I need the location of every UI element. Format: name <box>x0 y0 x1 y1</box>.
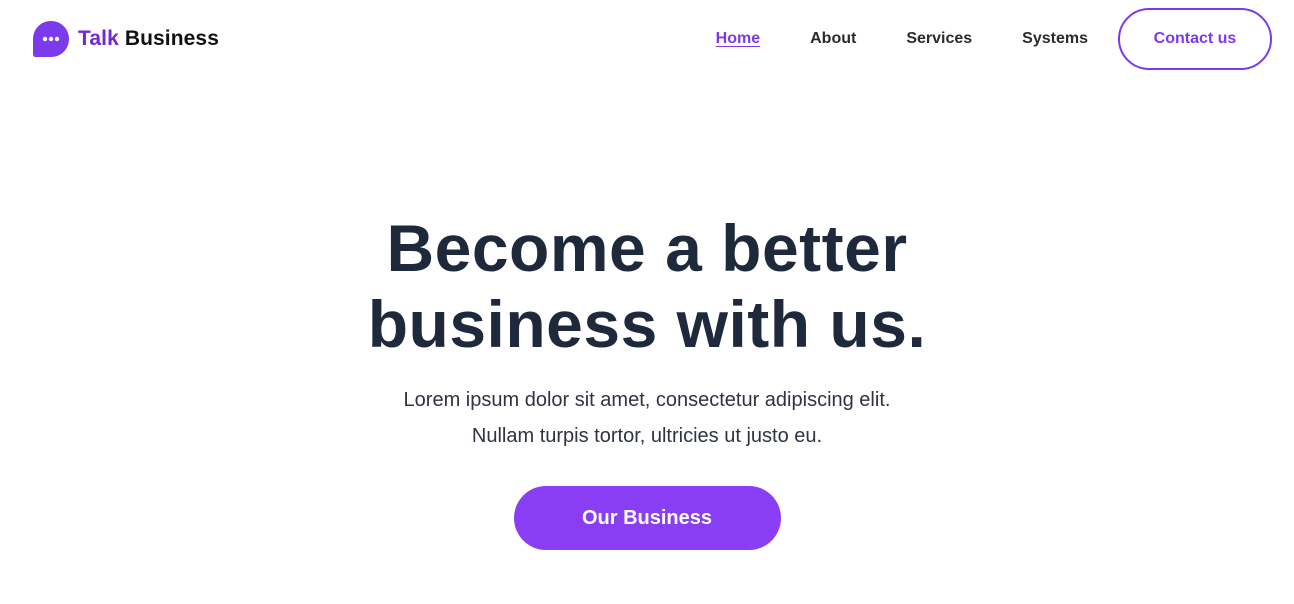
brand-name-main: Business <box>124 27 219 50</box>
nav-about-link[interactable]: About <box>810 30 856 48</box>
brand-logo[interactable]: Talk Business <box>32 20 219 58</box>
brand-name-accent: Talk <box>78 27 119 50</box>
contact-us-button[interactable]: Contact us <box>1118 8 1272 70</box>
hero-title-line-1: Become a better <box>386 211 908 285</box>
site-header: Talk Business Home About Services System… <box>0 0 1294 80</box>
nav-systems-link[interactable]: Systems <box>1022 30 1088 48</box>
hero-section: Become a better business with us. Lorem … <box>0 210 1294 550</box>
chat-bubble-dots-icon <box>33 21 69 57</box>
hero-title: Become a better business with us. <box>0 210 1294 362</box>
brand-name: Talk Business <box>78 27 219 51</box>
main-nav: Home About Services Systems Contact us <box>716 8 1272 70</box>
hero-title-line-2: business with us. <box>367 287 927 361</box>
hero-subtitle: Lorem ipsum dolor sit amet, consectetur … <box>0 382 1294 454</box>
nav-home-link[interactable]: Home <box>716 30 760 48</box>
hero-subtitle-line-2: Nullam turpis tortor, ultricies ut justo… <box>471 425 823 447</box>
our-business-button[interactable]: Our Business <box>513 486 781 550</box>
nav-services-link[interactable]: Services <box>906 30 972 48</box>
hero-subtitle-line-1: Lorem ipsum dolor sit amet, consectetur … <box>403 389 891 411</box>
